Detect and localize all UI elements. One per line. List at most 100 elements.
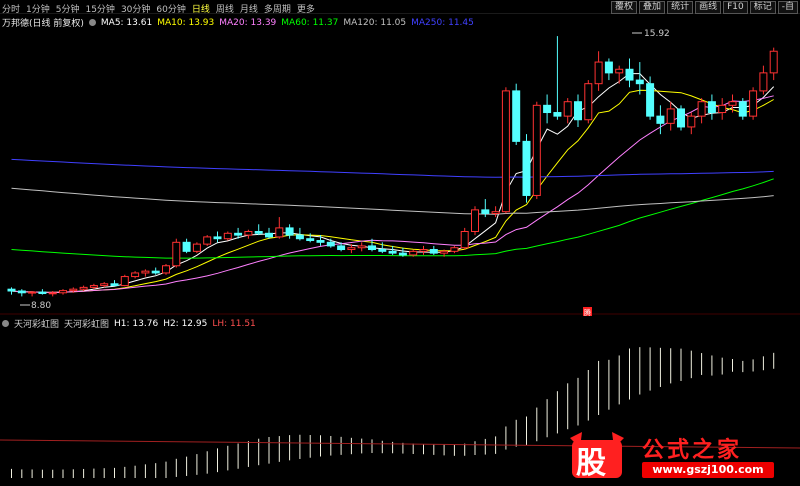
candle-body: [543, 104, 552, 114]
candle-body: [440, 250, 449, 254]
candle-body: [388, 250, 397, 254]
ma120-line: [11, 187, 774, 215]
main-legend: 万邦德(日线 前复权) MA5: 13.61 MA10: 13.93 MA20:…: [2, 16, 474, 30]
h2-value: H2: 12.95: [163, 318, 208, 329]
tool-button[interactable]: 叠加: [639, 1, 666, 14]
candle-body: [17, 290, 26, 294]
tool-button[interactable]: 统计: [667, 1, 694, 14]
lh-value: LH: 11.51: [212, 318, 256, 329]
candle-body: [594, 61, 603, 85]
candle-body: [635, 79, 644, 85]
candle-body: [120, 276, 129, 287]
period-tab[interactable]: 30分钟: [121, 2, 150, 15]
candle-body: [429, 249, 438, 254]
ma5-line: [11, 73, 775, 293]
period-tab[interactable]: 周线: [216, 2, 234, 15]
candle-body: [656, 115, 665, 124]
tool-button[interactable]: 画线: [695, 1, 722, 14]
candle-body: [749, 90, 758, 117]
period-tab[interactable]: 5分钟: [56, 2, 80, 15]
period-tab[interactable]: 更多: [297, 2, 315, 15]
candle-body: [491, 211, 500, 214]
candle-body: [615, 68, 624, 74]
candle-body: [769, 50, 778, 74]
candle-body: [460, 231, 469, 249]
period-tab[interactable]: 分时: [2, 2, 20, 15]
candle-body: [48, 292, 57, 295]
candle-body: [532, 104, 541, 196]
candle-body: [69, 288, 78, 292]
candle-body: [28, 291, 37, 294]
kline-chart[interactable]: 15.92 8.80 腾: [0, 0, 800, 486]
candle-body: [357, 245, 366, 249]
period-tab[interactable]: 1分钟: [26, 2, 50, 15]
tool-button[interactable]: 覆权: [611, 1, 638, 14]
candle-body: [625, 68, 634, 81]
candle-body: [677, 108, 685, 128]
candle-body: [89, 285, 98, 288]
candle-body: [337, 245, 346, 251]
candle-body: [306, 238, 315, 242]
candle-body: [398, 252, 407, 256]
candle-body: [687, 115, 696, 128]
candle-body: [59, 290, 67, 294]
candle-body: [316, 240, 325, 243]
candle-body: [7, 288, 16, 292]
candle-body: [759, 72, 768, 92]
period-tab[interactable]: 60分钟: [156, 2, 185, 15]
svg-text:腾: 腾: [584, 308, 591, 317]
candle-body: [646, 83, 655, 117]
candle-body: [522, 140, 531, 196]
ma-lines: [11, 73, 775, 293]
period-tabs: 分时 1分钟 5分钟 15分钟 30分钟 60分钟 日线 周线 月线 多周期 更多: [2, 2, 315, 15]
candle-body: [223, 232, 232, 240]
candle-body: [182, 241, 191, 252]
ma10-value: MA10: 13.93: [157, 17, 215, 28]
candle-body: [471, 209, 479, 233]
candle-body: [666, 108, 675, 124]
candle-body: [368, 245, 376, 251]
tool-button[interactable]: F10: [723, 1, 748, 14]
svg-text:8.80: 8.80: [31, 301, 51, 311]
settings-dot-icon[interactable]: [88, 19, 96, 26]
candle-body: [110, 283, 119, 287]
candle-body: [192, 243, 201, 252]
candle-body: [419, 249, 428, 252]
candle-body: [141, 270, 150, 274]
settings-dot-icon[interactable]: [2, 320, 9, 327]
period-tab[interactable]: 15分钟: [85, 2, 114, 15]
candle-body: [501, 90, 510, 213]
candle-body: [378, 249, 387, 252]
candle-body: [265, 232, 273, 238]
low-annotation: 8.80: [20, 301, 51, 311]
logo-text: 股: [576, 446, 606, 481]
candle-body: [707, 101, 716, 114]
ma20-value: MA20: 13.39: [219, 17, 277, 28]
candle-body: [244, 231, 253, 236]
watermark: 股 公式之家 www.gszj100.com: [558, 430, 778, 482]
indicator-legend: 天河彩虹图 天河彩虹图 H1: 13.76 H2: 12.95 LH: 11.5…: [2, 317, 256, 330]
period-tab[interactable]: 月线: [240, 2, 258, 15]
candle-body: [162, 265, 170, 274]
stock-name[interactable]: 万邦德(日线 前复权): [2, 16, 84, 29]
tool-button[interactable]: 标记: [749, 1, 776, 14]
candle-body: [213, 236, 222, 240]
candle-body: [563, 101, 572, 117]
candle-body: [604, 61, 613, 74]
indicator-name[interactable]: 天河彩虹图: [14, 317, 59, 330]
tool-button[interactable]: -自: [777, 1, 798, 14]
candle-body: [275, 227, 284, 238]
period-tab[interactable]: 日线: [192, 2, 210, 15]
mark-annotation: 腾: [583, 307, 592, 317]
candles: [7, 36, 778, 297]
candle-body: [79, 286, 88, 290]
period-tab[interactable]: 多周期: [264, 2, 291, 15]
candle-body: [553, 112, 562, 117]
candle-body: [738, 101, 747, 117]
h1-value: H1: 13.76: [114, 318, 159, 329]
high-annotation: 15.92: [632, 29, 670, 39]
ma20-line: [11, 95, 774, 293]
top-toolbar: 分时 1分钟 5分钟 15分钟 30分钟 60分钟 日线 周线 月线 多周期 更多 覆权 叠加 统计 画线…: [0, 0, 800, 15]
candle-body: [100, 283, 109, 287]
candle-body: [584, 83, 593, 121]
